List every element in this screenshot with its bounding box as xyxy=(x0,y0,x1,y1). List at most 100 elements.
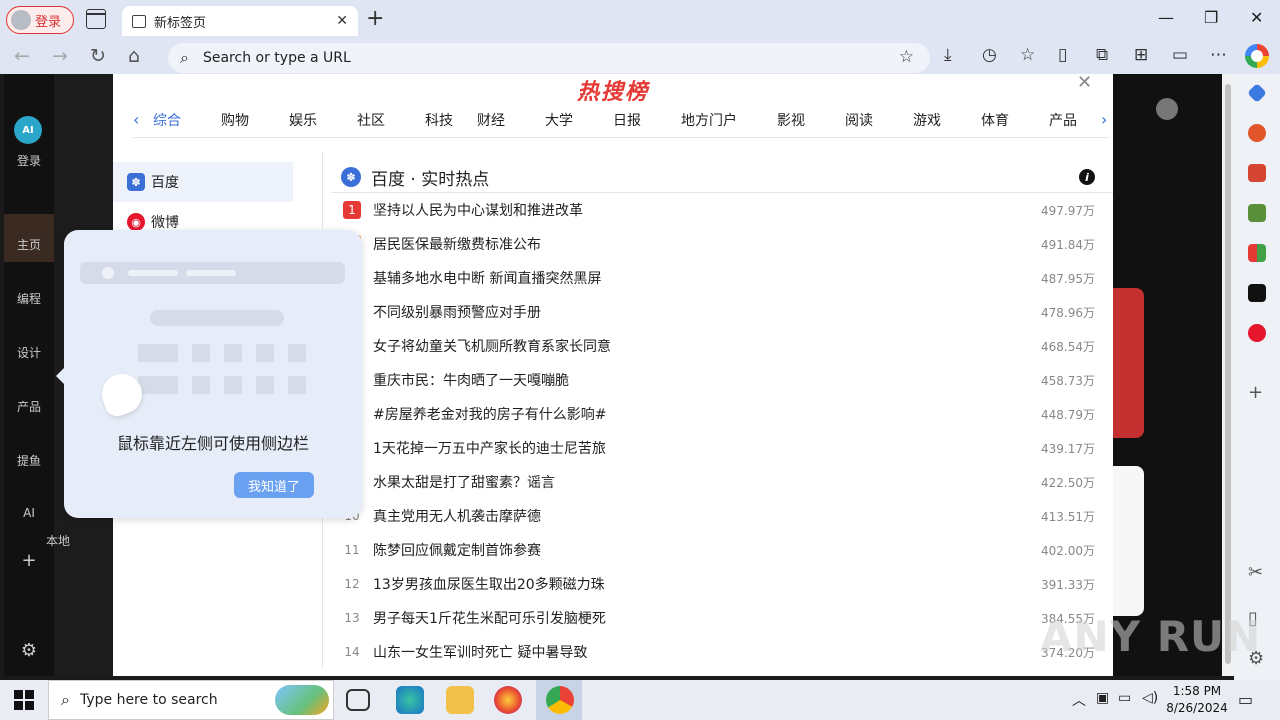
file-explorer-icon[interactable] xyxy=(446,686,474,714)
google-extension-icon[interactable] xyxy=(1245,44,1269,68)
tab-category[interactable]: 娱乐 xyxy=(289,110,357,136)
item-title[interactable]: 陈梦回应佩戴定制首饰参赛 xyxy=(373,540,1015,560)
task-view-icon[interactable] xyxy=(346,689,370,711)
item-title[interactable]: 坚持以人民为中心谋划和推进改革 xyxy=(373,200,1015,220)
item-title[interactable]: 真主党用无人机袭击摩萨德 xyxy=(373,506,1015,526)
minimize-button[interactable]: — xyxy=(1158,8,1174,27)
close-window-button[interactable]: ✕ xyxy=(1250,8,1263,27)
chrome-icon[interactable] xyxy=(546,686,574,714)
tab-category[interactable]: 财经 xyxy=(477,110,545,136)
item-title[interactable]: 重庆市民：牛肉晒了一天嘎嘣脆 xyxy=(373,370,1015,390)
item-title[interactable]: 男子每天1斤花生米配可乐引发脑梗死 xyxy=(373,608,1015,628)
scrollbar-thumb[interactable] xyxy=(1225,84,1231,664)
item-title[interactable]: 基辅多地水电中断 新闻直播突然黑屏 xyxy=(373,268,1015,288)
left-nav-code[interactable]: 编程 xyxy=(4,290,54,307)
left-nav-local[interactable]: 本地 xyxy=(38,532,78,549)
card-red[interactable] xyxy=(1112,288,1144,438)
forward-icon[interactable]: → xyxy=(52,45,68,67)
tab-category[interactable]: 日报 xyxy=(613,110,681,136)
favorites-icon[interactable]: ☆ xyxy=(1020,45,1035,65)
tab-category[interactable]: 科技 xyxy=(425,110,477,136)
sidebar-office-icon[interactable] xyxy=(1248,124,1266,142)
left-add-icon[interactable]: + xyxy=(4,550,54,571)
item-title[interactable]: 13岁男孩血尿医生取出20多颗磁力珠 xyxy=(373,574,1015,594)
download-icon[interactable]: ⤓ xyxy=(944,45,952,65)
list-item[interactable]: 4不同级别暴雨预警应对手册478.96万 xyxy=(341,295,1095,329)
page-toggle-icon[interactable] xyxy=(1156,98,1178,120)
tab-category[interactable]: 社区 xyxy=(357,110,425,136)
sidebar-toolbox-icon[interactable] xyxy=(1248,164,1266,182)
tab-actions-icon[interactable] xyxy=(86,9,106,29)
more-menu-icon[interactable]: ⋯ xyxy=(1210,45,1227,65)
left-login-label[interactable]: 登录 xyxy=(4,152,54,169)
collections-icon[interactable]: ⧉ xyxy=(1096,45,1108,65)
card-white[interactable] xyxy=(1112,466,1144,616)
item-title[interactable]: 山东一女生军训时死亡 疑中暑导致 xyxy=(373,642,1015,662)
item-title[interactable]: 水果太甜是打了甜蜜素？谣言 xyxy=(373,472,1015,492)
left-settings-icon[interactable]: ⚙ xyxy=(4,640,54,661)
tab-new-tab[interactable]: 新标签页 ✕ xyxy=(122,6,358,36)
info-icon[interactable]: i xyxy=(1079,169,1095,185)
bookmark-star-icon[interactable]: ☆ xyxy=(899,47,914,67)
address-bar[interactable]: ⌕ Search or type a URL ☆ xyxy=(168,43,930,73)
left-nav-product[interactable]: 产品 xyxy=(4,398,54,415)
taskbar-clock[interactable]: 1:58 PM 8/26/2024 xyxy=(1160,683,1234,717)
ai-logo-icon[interactable]: AI xyxy=(14,116,42,144)
left-nav-fish[interactable]: 提鱼 xyxy=(4,452,54,469)
tab-close-icon[interactable]: ✕ xyxy=(336,13,348,29)
list-item[interactable]: 11 陈梦回应佩戴定制首饰参赛 402.00万 xyxy=(341,533,1095,567)
reload-icon[interactable]: ↻ xyxy=(90,45,106,67)
sidebar-weibo-icon[interactable] xyxy=(1248,324,1266,342)
list-item[interactable]: 6重庆市民：牛肉晒了一天嘎嘣脆458.73万 xyxy=(341,363,1095,397)
home-icon[interactable]: ⌂ xyxy=(128,45,140,67)
sidebar-chess-icon[interactable] xyxy=(1248,204,1266,222)
new-tab-button[interactable]: + xyxy=(366,6,384,31)
list-item[interactable]: 9水果太甜是打了甜蜜素？谣言422.50万 xyxy=(341,465,1095,499)
left-nav-design[interactable]: 设计 xyxy=(4,344,54,361)
tab-category[interactable]: 综合 xyxy=(153,110,221,136)
panel-close-icon[interactable]: ✕ xyxy=(1077,72,1092,93)
item-title[interactable]: #房屋养老金对我的房子有什么影响# xyxy=(373,404,1015,424)
reading-icon[interactable]: ▯ xyxy=(1058,45,1067,65)
list-item[interactable]: 81天花掉一万五中产家长的迪士尼苦旅439.17万 xyxy=(341,431,1095,465)
firefox-icon[interactable] xyxy=(494,686,522,714)
item-title[interactable]: 女子将幼童关飞机厕所教育系家长同意 xyxy=(373,336,1015,356)
tab-category[interactable]: 影视 xyxy=(777,110,845,136)
item-title[interactable]: 不同级别暴雨预警应对手册 xyxy=(373,302,1015,322)
tab-category[interactable]: 地方门户 xyxy=(681,110,777,136)
tab-category[interactable]: 购物 xyxy=(221,110,289,136)
left-nav-home[interactable]: 主页 xyxy=(4,236,54,253)
profile-button[interactable]: 登录 xyxy=(6,6,74,34)
list-item[interactable]: 1 坚持以人民为中心谋划和推进改革 497.97万 xyxy=(341,193,1095,227)
list-item[interactable]: 10真主党用无人机袭击摩萨德413.51万 xyxy=(341,499,1095,533)
list-item[interactable]: 2居民医保最新缴费标准公布491.84万 xyxy=(341,227,1095,261)
feedback-icon[interactable]: ▭ xyxy=(1172,45,1188,65)
got-it-button[interactable]: 我知道了 xyxy=(234,472,314,498)
sidebar-add-icon[interactable]: + xyxy=(1248,382,1263,403)
item-title[interactable]: 居民医保最新缴费标准公布 xyxy=(373,234,1015,254)
list-item[interactable]: 14 山东一女生军训时死亡 疑中暑导致 374.20万 xyxy=(341,635,1095,669)
page-scrollbar[interactable] xyxy=(1222,74,1234,676)
restore-button[interactable]: ❐ xyxy=(1204,8,1218,27)
sidebar-tiktok-icon[interactable] xyxy=(1248,284,1266,302)
taskbar-search[interactable]: ⌕ Type here to search xyxy=(48,680,334,720)
windows-start-icon[interactable] xyxy=(14,690,34,710)
tab-category[interactable]: 大学 xyxy=(545,110,613,136)
list-item[interactable]: 5女子将幼童关飞机厕所教育系家长同意468.54万 xyxy=(341,329,1095,363)
list-item[interactable]: 13 男子每天1斤花生米配可乐引发脑梗死 384.55万 xyxy=(341,601,1095,635)
network-icon[interactable]: ▭ xyxy=(1118,690,1131,706)
tray-overflow-icon[interactable]: ︿ xyxy=(1072,690,1086,710)
left-nav-ai[interactable]: AI xyxy=(4,506,54,520)
tray-device-icon[interactable]: ▣ xyxy=(1096,690,1109,706)
item-title[interactable]: 1天花掉一万五中产家长的迪士尼苦旅 xyxy=(373,438,1015,458)
edge-icon[interactable] xyxy=(396,686,424,714)
sidebar-tag-icon[interactable] xyxy=(1247,83,1267,103)
sidebar-apps-icon[interactable] xyxy=(1248,244,1266,262)
list-item[interactable]: 3基辅多地水电中断 新闻直播突然黑屏487.95万 xyxy=(341,261,1095,295)
tab-category[interactable]: 体育 xyxy=(981,110,1049,136)
category-prev-icon[interactable]: ‹ xyxy=(133,110,139,129)
back-icon[interactable]: ← xyxy=(14,45,30,67)
extensions-icon[interactable]: ⊞ xyxy=(1134,45,1148,65)
tab-category[interactable]: 阅读 xyxy=(845,110,913,136)
tab-category[interactable]: 游戏 xyxy=(913,110,981,136)
